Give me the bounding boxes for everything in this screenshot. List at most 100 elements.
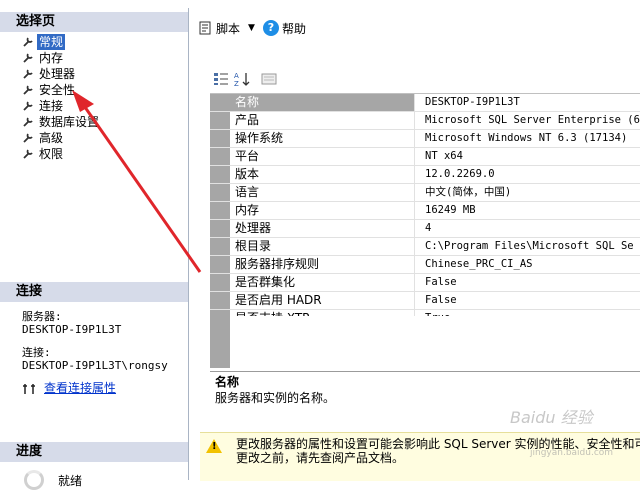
warning-icon: !	[206, 439, 222, 453]
title-bar	[0, 0, 640, 8]
property-value: 中文(简体，中国)	[425, 186, 512, 198]
property-pages-button[interactable]	[260, 70, 278, 88]
script-icon	[199, 21, 211, 35]
sidebar-item-processors[interactable]: 处理器	[22, 66, 99, 82]
property-row[interactable]: 是否群集化 False	[210, 274, 640, 292]
property-grid-toolbar: AZ	[212, 70, 282, 88]
wrench-icon	[23, 53, 33, 63]
property-row[interactable]: 语言 中文(简体，中国)	[210, 184, 640, 202]
wrench-icon	[23, 37, 33, 47]
sort-az-icon: AZ	[234, 72, 250, 87]
wrench-icon	[23, 117, 33, 127]
view-connection-properties-link[interactable]: 查看连接属性	[44, 382, 116, 395]
progress-status-area: 就绪	[24, 470, 82, 490]
page-list: 常规 内存 处理器 安全性 连接 数据库设置 高级 权限	[22, 34, 99, 162]
toolbar: 脚本 ▼ ? 帮助	[190, 14, 640, 42]
connection-properties-icon	[23, 383, 35, 394]
svg-text:Z: Z	[234, 80, 239, 87]
property-row[interactable]: 服务器排序规则 Chinese_PRC_CI_AS	[210, 256, 640, 274]
property-row[interactable]: 是否启用 HADR False	[210, 292, 640, 310]
property-row[interactable]: 根目录 C:\Program Files\Microsoft SQL Se	[210, 238, 640, 256]
property-value: Chinese_PRC_CI_AS	[425, 258, 533, 270]
watermark: Baidu 经验	[510, 408, 593, 427]
server-label: 服务器:	[22, 310, 62, 323]
property-row-gutter	[210, 112, 230, 129]
property-row-gutter	[210, 292, 230, 309]
property-name: 操作系统	[230, 130, 415, 147]
categorized-icon	[214, 73, 228, 85]
wrench-icon	[23, 149, 33, 159]
sidebar-item-label: 处理器	[39, 67, 76, 81]
help-button[interactable]: ? 帮助	[262, 20, 306, 37]
property-row-gutter	[210, 256, 230, 273]
sidebar-item-label: 内存	[39, 51, 64, 65]
property-name: 是否群集化	[230, 274, 415, 291]
property-name: 语言	[230, 184, 415, 201]
property-name: 是否启用 HADR	[230, 292, 415, 309]
property-row-gutter	[210, 166, 230, 183]
property-row-gutter	[210, 238, 230, 255]
property-name: 处理器	[230, 220, 415, 237]
sidebar-item-general[interactable]: 常规	[22, 34, 99, 50]
progress-spinner-icon	[24, 470, 44, 490]
property-name: 版本	[230, 166, 415, 183]
property-row-gutter	[210, 94, 230, 111]
property-value: 12.0.2269.0	[425, 168, 495, 180]
alphabetical-button[interactable]: AZ	[234, 70, 252, 88]
help-label: 帮助	[281, 21, 306, 36]
property-name: 名称	[230, 94, 415, 111]
property-row[interactable]: 平台 NT x64	[210, 148, 640, 166]
sidebar-item-database-settings[interactable]: 数据库设置	[22, 114, 99, 130]
description-title: 名称	[215, 375, 240, 389]
sidebar: 选择页 常规 内存 处理器 安全性 连接 数据库设置 高级 权限 连接 服务器:…	[0, 8, 189, 490]
sidebar-item-label: 常规	[37, 34, 66, 50]
property-row[interactable]: 处理器 4	[210, 220, 640, 238]
property-name: 服务器排序规则	[230, 256, 415, 273]
server-value: DESKTOP-I9P1L3T	[22, 323, 122, 336]
property-value: 16249 MB	[425, 204, 476, 216]
wrench-icon	[23, 133, 33, 143]
property-name: 内存	[230, 202, 415, 219]
script-button[interactable]: 脚本 ▼	[198, 20, 255, 37]
sidebar-item-security[interactable]: 安全性	[22, 82, 99, 98]
wrench-icon	[23, 101, 33, 111]
connection-header: 连接	[0, 282, 188, 302]
wrench-icon	[23, 69, 33, 79]
property-row-gutter	[210, 148, 230, 165]
property-row[interactable]: 产品 Microsoft SQL Server Enterprise (6	[210, 112, 640, 130]
progress-header: 进度	[0, 442, 188, 462]
property-row-gutter	[210, 274, 230, 291]
property-name: 根目录	[230, 238, 415, 255]
connection-value: DESKTOP-I9P1L3T\rongsy	[22, 359, 168, 372]
sidebar-item-connections[interactable]: 连接	[22, 98, 99, 114]
property-row[interactable]: 内存 16249 MB	[210, 202, 640, 220]
property-value: 4	[425, 222, 432, 234]
sidebar-item-label: 权限	[39, 147, 64, 161]
sidebar-item-label: 数据库设置	[39, 115, 100, 129]
property-row[interactable]: 操作系统 Microsoft Windows NT 6.3 (17134)	[210, 130, 640, 148]
property-row-gutter	[210, 130, 230, 147]
property-value: DESKTOP-I9P1L3T	[425, 96, 520, 108]
sidebar-item-advanced[interactable]: 高级	[22, 130, 99, 146]
property-value: False	[425, 294, 457, 306]
property-grid-empty-area	[210, 316, 640, 368]
help-icon: ?	[262, 20, 279, 36]
property-name: 产品	[230, 112, 415, 129]
property-value: C:\Program Files\Microsoft SQL Se	[425, 240, 634, 252]
progress-status: 就绪	[58, 473, 83, 488]
property-row[interactable]: 版本 12.0.2269.0	[210, 166, 640, 184]
connection-label: 连接:	[22, 346, 51, 359]
property-row[interactable]: 名称 DESKTOP-I9P1L3T	[210, 94, 640, 112]
property-pages-icon	[261, 73, 277, 85]
categorized-button[interactable]	[212, 70, 230, 88]
script-label: 脚本	[216, 21, 241, 36]
property-grid: 名称 DESKTOP-I9P1L3T 产品 Microsoft SQL Server …	[210, 93, 640, 328]
sidebar-item-permissions[interactable]: 权限	[22, 146, 99, 162]
property-row-gutter	[210, 202, 230, 219]
select-page-header: 选择页	[0, 12, 188, 32]
chevron-down-icon: ▼	[248, 23, 255, 33]
property-row-gutter	[210, 184, 230, 201]
property-row-gutter	[210, 220, 230, 237]
watermark-url: jingyan.baidu.com	[530, 448, 614, 458]
sidebar-item-memory[interactable]: 内存	[22, 50, 99, 66]
